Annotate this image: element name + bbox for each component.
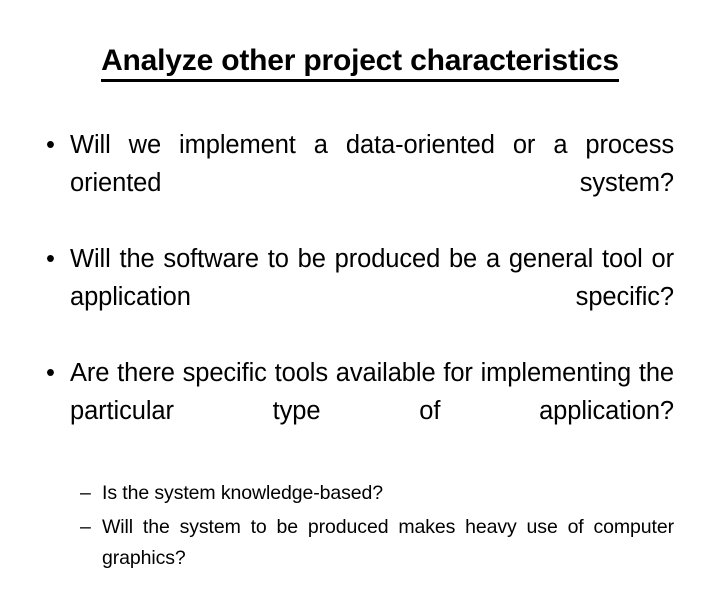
sub-bullet-item: – Will the system to be produced makes h… [80,512,674,605]
bullet-item: • Will the software to be produced be a … [38,240,674,354]
slide-title-text: Analyze other project characteristics [101,44,619,82]
dash-marker-icon: – [80,516,91,538]
bullet-marker-icon: • [46,359,55,387]
bullet-text: Will we implement a data-oriented or a p… [70,131,674,197]
dash-marker-icon: – [80,482,91,504]
slide-canvas: Analyze other project characteristics • … [0,0,720,569]
sub-bullet-text: Is the system knowledge-based? [102,482,383,504]
sub-bullet-item: – Is the system knowledge-based? [80,474,674,512]
slide-body: • Will we implement a data-oriented or a… [38,126,674,605]
sub-bullet-text: Will the system to be produced makes hea… [102,516,674,569]
bullet-item: • Will we implement a data-oriented or a… [38,126,674,240]
bullet-marker-icon: • [46,245,55,273]
bullet-text: Are there specific tools available for i… [70,359,674,425]
bullet-item: • Are there specific tools available for… [38,354,674,468]
bullet-marker-icon: • [46,131,55,159]
slide-title: Analyze other project characteristics [0,44,720,82]
bullet-text: Will the software to be produced be a ge… [70,245,674,311]
